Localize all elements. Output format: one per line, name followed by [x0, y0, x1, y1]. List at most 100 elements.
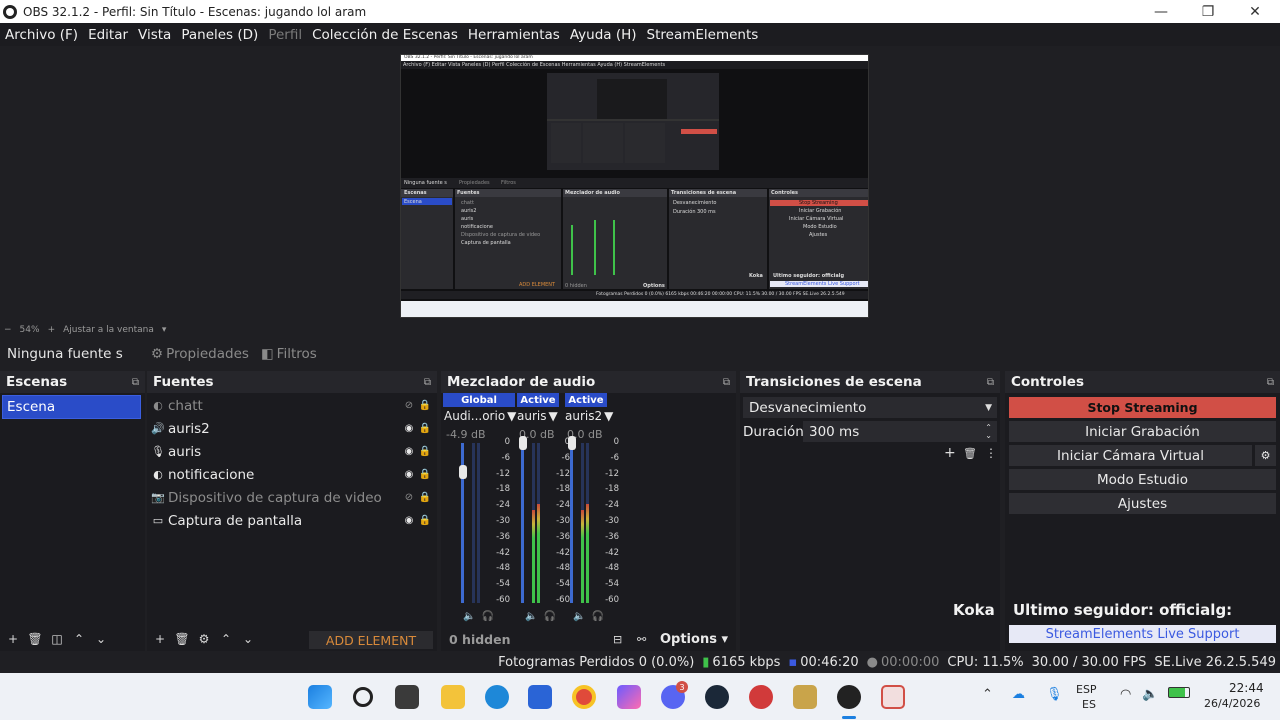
properties-button[interactable]: ⚙ Propiedades: [151, 346, 249, 362]
channel-name-auris[interactable]: auris ▼: [517, 409, 558, 423]
trash-icon[interactable]: 🗑: [963, 447, 977, 460]
zoom-out-button[interactable]: −: [4, 325, 12, 335]
trash-icon[interactable]: 🗑: [26, 630, 44, 648]
virtual-camera-settings-button[interactable]: ⚙: [1255, 445, 1276, 466]
dock-float-icon[interactable]: ⧉: [987, 377, 994, 388]
add-source-button[interactable]: +: [151, 630, 169, 648]
source-row-screen-capture[interactable]: ▭ Captura de pantalla ◉ 🔒: [151, 509, 433, 532]
eye-icon[interactable]: ◉: [401, 423, 417, 434]
lock-icon[interactable]: 🔒: [417, 423, 433, 434]
chevron-down-icon[interactable]: ▾: [162, 325, 167, 335]
volume-icon[interactable]: 🔈: [525, 611, 537, 622]
menu-paneles[interactable]: Paneles (D): [176, 27, 263, 43]
task-view-icon[interactable]: [395, 685, 419, 709]
copilot-icon[interactable]: [617, 685, 641, 709]
steam-icon[interactable]: [705, 685, 729, 709]
move-down-button[interactable]: ⌄: [92, 630, 110, 648]
volume-tray-icon[interactable]: 🔈: [1142, 687, 1158, 702]
minimize-button[interactable]: —: [1138, 0, 1184, 23]
wifi-icon[interactable]: ◠: [1120, 687, 1131, 702]
volume-fader-track[interactable]: [570, 443, 573, 603]
lock-icon[interactable]: 🔒: [417, 515, 433, 526]
chevron-up-icon[interactable]: ⌃: [982, 687, 993, 702]
clock-time[interactable]: 22:44: [1229, 681, 1264, 695]
lock-icon[interactable]: 🔒: [417, 492, 433, 503]
chrome-icon[interactable]: [572, 685, 596, 709]
store-icon[interactable]: [528, 685, 552, 709]
language-bottom[interactable]: ES: [1082, 698, 1096, 711]
dock-float-icon[interactable]: ⧉: [723, 377, 730, 388]
eye-icon[interactable]: ◉: [401, 469, 417, 480]
more-options-icon[interactable]: ⋮: [985, 446, 997, 460]
menu-coleccion-escenas[interactable]: Colección de Escenas: [307, 27, 463, 43]
fit-window-label[interactable]: Ajustar a la ventana: [63, 325, 154, 335]
scene-item[interactable]: Escena: [2, 395, 141, 419]
move-up-button[interactable]: ⌃: [70, 630, 88, 648]
volume-fader-knob[interactable]: [568, 436, 576, 450]
file-explorer-icon[interactable]: [441, 685, 465, 709]
channel-name-auris2[interactable]: auris2 ▼: [565, 409, 613, 423]
volume-fader-track[interactable]: [521, 443, 524, 603]
zoom-in-button[interactable]: +: [48, 325, 56, 335]
studio-mode-button[interactable]: Modo Estudio: [1009, 469, 1276, 490]
add-element-button[interactable]: ADD ELEMENT: [309, 631, 433, 649]
stop-streaming-button[interactable]: Stop Streaming: [1009, 397, 1276, 418]
layout-icon[interactable]: ⊟: [613, 633, 622, 646]
source-row-notificacione[interactable]: ◐ notificacione ◉ 🔒: [151, 463, 433, 486]
eye-icon[interactable]: ◉: [401, 515, 417, 526]
filters-button[interactable]: ◧ Filtros: [261, 346, 317, 362]
volume-fader-knob[interactable]: [459, 464, 467, 479]
eye-icon[interactable]: ◉: [401, 446, 417, 457]
duration-spinbox[interactable]: 300 ms ⌃ ⌄: [803, 421, 997, 442]
league-icon[interactable]: [793, 685, 817, 709]
close-button[interactable]: ✕: [1232, 0, 1278, 23]
headphones-icon[interactable]: 🎧: [543, 611, 555, 622]
move-down-button[interactable]: ⌄: [239, 630, 257, 648]
menu-perfil[interactable]: Perfil: [263, 27, 307, 43]
trash-icon[interactable]: 🗑: [173, 630, 191, 648]
volume-fader-knob[interactable]: [519, 436, 527, 450]
menu-archivo[interactable]: Archivo (F): [0, 27, 83, 43]
preview-canvas[interactable]: OBS 32.1.2 - Perfil: Sin Título - Escena…: [400, 54, 869, 318]
transition-select[interactable]: Desvanecimiento ▼: [743, 397, 997, 418]
dock-float-icon[interactable]: ⧉: [1267, 377, 1274, 388]
source-row-video-capture[interactable]: 📷 Dispositivo de captura de video ⊘ 🔒: [151, 486, 433, 509]
menu-editar[interactable]: Editar: [83, 27, 133, 43]
cloud-icon[interactable]: ☁: [1012, 687, 1025, 702]
clock-date[interactable]: 26/4/2026: [1204, 697, 1260, 710]
headphones-icon[interactable]: 🎧: [591, 611, 603, 622]
settings-button[interactable]: Ajustes: [1009, 493, 1276, 514]
lock-icon[interactable]: 🔒: [417, 400, 433, 411]
menu-vista[interactable]: Vista: [133, 27, 176, 43]
snipping-tool-icon[interactable]: [881, 685, 905, 709]
scene-filter-icon[interactable]: ◫: [48, 630, 66, 648]
maximize-button[interactable]: ❐: [1185, 0, 1231, 23]
battery-icon[interactable]: [1168, 687, 1190, 698]
source-row-auris2[interactable]: 🔊 auris2 ◉ 🔒: [151, 417, 433, 440]
source-row-chatt[interactable]: ◐ chatt ⊘ 🔒: [151, 394, 433, 417]
windows-start-icon[interactable]: [308, 685, 332, 709]
obs-taskbar-icon[interactable]: [837, 685, 861, 709]
menu-streamelements[interactable]: StreamElements: [642, 27, 764, 43]
link-icon[interactable]: ⚯: [637, 633, 646, 646]
menu-ayuda[interactable]: Ayuda (H): [565, 27, 642, 43]
volume-icon[interactable]: 🔈: [463, 611, 475, 622]
move-up-button[interactable]: ⌃: [217, 630, 235, 648]
volume-icon[interactable]: 🔈: [573, 611, 585, 622]
add-scene-button[interactable]: +: [4, 630, 22, 648]
eye-off-icon[interactable]: ⊘: [401, 492, 417, 503]
language-top[interactable]: ESP: [1076, 683, 1097, 696]
dock-float-icon[interactable]: ⧉: [424, 377, 431, 388]
menu-herramientas[interactable]: Herramientas: [463, 27, 565, 43]
headphones-icon[interactable]: 🎧: [481, 611, 493, 622]
dock-float-icon[interactable]: ⧉: [132, 377, 139, 388]
search-icon[interactable]: [353, 687, 373, 707]
start-virtual-camera-button[interactable]: Iniciar Cámara Virtual: [1009, 445, 1252, 466]
lock-icon[interactable]: 🔒: [417, 446, 433, 457]
options-button[interactable]: Options ▾: [660, 632, 728, 647]
eye-off-icon[interactable]: ⊘: [401, 400, 417, 411]
source-row-auris[interactable]: 🎙 auris ◉ 🔒: [151, 440, 433, 463]
edge-icon[interactable]: [485, 685, 509, 709]
live-support-button[interactable]: StreamElements Live Support: [1009, 625, 1276, 643]
gear-icon[interactable]: ⚙: [195, 630, 213, 648]
